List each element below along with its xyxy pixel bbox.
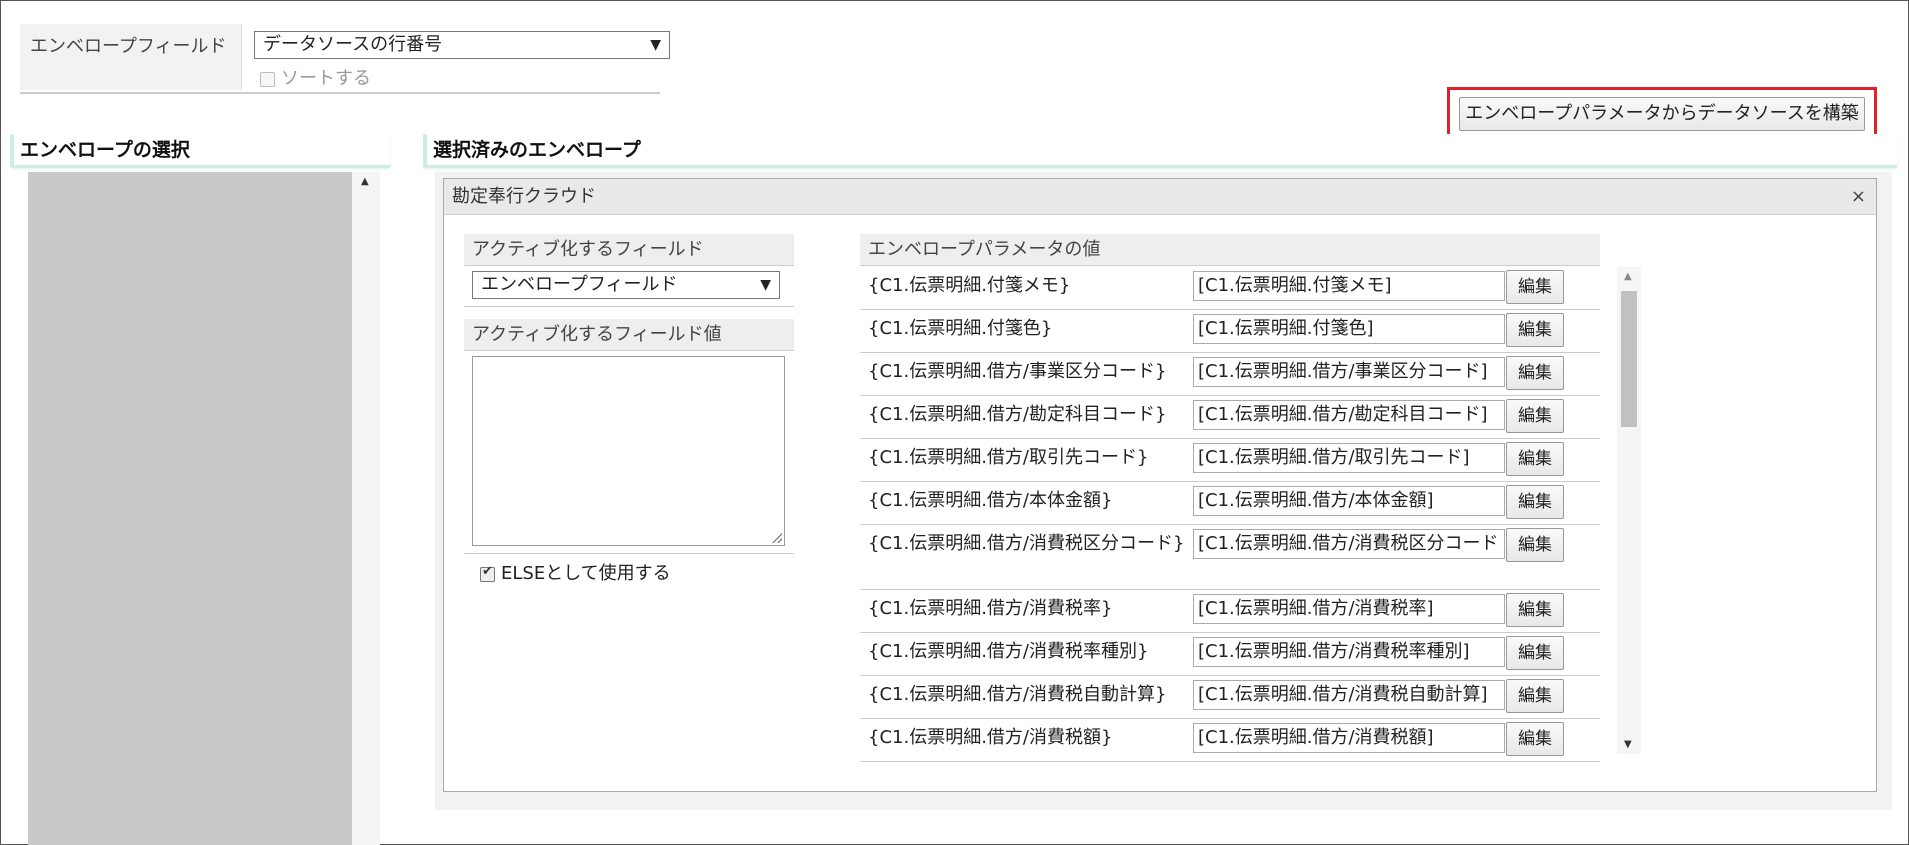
sort-label: ソートする bbox=[281, 68, 371, 89]
build-datasource-button[interactable]: エンベロープパラメータからデータソースを構築 bbox=[1459, 97, 1865, 131]
param-name: {C1.伝票明細.借方/勘定科目コード} bbox=[868, 404, 1167, 425]
sort-checkbox[interactable] bbox=[260, 71, 275, 87]
scroll-up-icon[interactable]: ▲ bbox=[361, 176, 369, 187]
param-name: {C1.伝票明細.借方/事業区分コード} bbox=[868, 361, 1167, 382]
active-field-value: エンベロープフィールド bbox=[481, 274, 678, 295]
param-value-input[interactable]: [C1.伝票明細.借方/勘定科目コード] bbox=[1193, 400, 1505, 430]
param-value-input[interactable]: [C1.伝票明細.借方/事業区分コード] bbox=[1193, 357, 1505, 387]
param-row: {C1.伝票明細.付箋色} [C1.伝票明細.付箋色] 編集 bbox=[860, 310, 1600, 353]
active-value-textarea[interactable] bbox=[472, 356, 785, 546]
param-name: {C1.伝票明細.借方/取引先コード} bbox=[868, 447, 1149, 468]
divider bbox=[464, 553, 794, 554]
param-value-input[interactable]: [C1.伝票明細.付箋色] bbox=[1193, 314, 1505, 344]
param-name: {C1.伝票明細.借方/本体金額} bbox=[868, 490, 1113, 511]
params-list: {C1.伝票明細.付箋メモ} [C1.伝票明細.付箋メモ] 編集 {C1.伝票明細.付… bbox=[860, 267, 1600, 787]
param-name: {C1.伝票明細.借方/消費税率} bbox=[868, 598, 1113, 619]
param-row: {C1.伝票明細.付箋メモ} [C1.伝票明細.付箋メモ] 編集 bbox=[860, 267, 1600, 310]
selected-envelope-heading: 選択済みのエンベロープ bbox=[423, 134, 1897, 168]
dropdown-arrow-icon: ▼ bbox=[760, 277, 771, 293]
build-button-highlight: エンベロープパラメータからデータソースを構築 bbox=[1447, 87, 1877, 140]
param-value-input[interactable]: [C1.伝票明細.借方/消費税率種別] bbox=[1193, 637, 1505, 667]
param-row: {C1.伝票明細.借方/消費税率} [C1.伝票明細.借方/消費税率] 編集 bbox=[860, 590, 1600, 633]
edit-button[interactable]: 編集 bbox=[1506, 399, 1564, 433]
edit-button[interactable]: 編集 bbox=[1506, 593, 1564, 627]
envelope-field-value: データソースの行番号 bbox=[263, 34, 443, 55]
edit-button[interactable]: 編集 bbox=[1506, 528, 1564, 562]
param-name: {C1.伝票明細.付箋色} bbox=[868, 318, 1053, 339]
params-header: エンベロープパラメータの値 bbox=[860, 234, 1600, 266]
edit-button[interactable]: 編集 bbox=[1506, 636, 1564, 670]
edit-button[interactable]: 編集 bbox=[1506, 270, 1564, 304]
param-name: {C1.伝票明細.借方/消費税率種別} bbox=[868, 641, 1149, 662]
envelope-field-label: エンベロープフィールド bbox=[20, 24, 242, 90]
scroll-down-icon[interactable]: ▼ bbox=[1624, 739, 1632, 750]
dropdown-arrow-icon: ▼ bbox=[650, 37, 661, 53]
param-row: {C1.伝票明細.借方/消費税自動計算} [C1.伝票明細.借方/消費税自動計算]… bbox=[860, 676, 1600, 719]
envelope-list[interactable] bbox=[28, 172, 352, 845]
params-scrollbar[interactable]: ▲ ▼ bbox=[1617, 267, 1641, 754]
scroll-thumb[interactable] bbox=[1621, 291, 1637, 427]
active-value-header: アクティブ化するフィールド値 bbox=[464, 319, 794, 351]
active-field-select[interactable]: エンベロープフィールド ▼ bbox=[472, 271, 780, 299]
param-value-input[interactable]: [C1.伝票明細.付箋メモ] bbox=[1193, 271, 1505, 301]
divider bbox=[464, 306, 794, 307]
param-value-input[interactable]: [C1.伝票明細.借方/取引先コード] bbox=[1193, 443, 1505, 473]
param-row: {C1.伝票明細.借方/事業区分コード} [C1.伝票明細.借方/事業区分コード]… bbox=[860, 353, 1600, 396]
envelope-field-select[interactable]: データソースの行番号 ▼ bbox=[254, 31, 670, 59]
param-row: {C1.伝票明細.借方/消費税額} [C1.伝票明細.借方/消費税額] 編集 bbox=[860, 719, 1600, 762]
param-row: {C1.伝票明細.借方/取引先コード} [C1.伝票明細.借方/取引先コード] 編集 bbox=[860, 439, 1600, 482]
envelope-field-group: エンベロープフィールド データソースの行番号 ▼ ソートする bbox=[20, 24, 670, 94]
else-checkbox-row[interactable]: ELSEとして使用する bbox=[480, 559, 671, 585]
close-icon[interactable]: × bbox=[1851, 179, 1866, 215]
edit-button[interactable]: 編集 bbox=[1506, 722, 1564, 756]
param-row: {C1.伝票明細.借方/本体金額} [C1.伝票明細.借方/本体金額] 編集 bbox=[860, 482, 1600, 525]
param-row: {C1.伝票明細.借方/消費税率種別} [C1.伝票明細.借方/消費税率種別] 編集 bbox=[860, 633, 1600, 676]
param-name: {C1.伝票明細.借方/消費税区分コード} bbox=[868, 533, 1185, 554]
param-row: {C1.伝票明細.借方/消費税区分コード} [C1.伝票明細.借方/消費税区分コー… bbox=[860, 525, 1600, 590]
edit-button[interactable]: 編集 bbox=[1506, 485, 1564, 519]
sort-checkbox-row[interactable]: ソートする bbox=[260, 64, 371, 90]
param-value-input[interactable]: [C1.伝票明細.借方/消費税率] bbox=[1193, 594, 1505, 624]
envelope-list-scrollbar[interactable]: ▲ bbox=[352, 172, 380, 845]
edit-button[interactable]: 編集 bbox=[1506, 442, 1564, 476]
else-label: ELSEとして使用する bbox=[501, 563, 671, 584]
param-row: {C1.伝票明細.借方/勘定科目コード} [C1.伝票明細.借方/勘定科目コード]… bbox=[860, 396, 1600, 439]
edit-button[interactable]: 編集 bbox=[1506, 313, 1564, 347]
param-name: {C1.伝票明細.付箋メモ} bbox=[868, 275, 1071, 296]
envelope-panel: 勘定奉行クラウド × アクティブ化するフィールド エンベロープフィールド ▼ ア… bbox=[443, 178, 1877, 792]
param-name: {C1.伝票明細.借方/消費税自動計算} bbox=[868, 684, 1167, 705]
scroll-up-icon[interactable]: ▲ bbox=[1624, 271, 1632, 282]
envelope-panel-header: 勘定奉行クラウド × bbox=[444, 179, 1876, 215]
param-value-input[interactable]: [C1.伝票明細.借方/消費税区分コード bbox=[1193, 529, 1505, 559]
edit-button[interactable]: 編集 bbox=[1506, 356, 1564, 390]
param-name: {C1.伝票明細.借方/消費税額} bbox=[868, 727, 1113, 748]
active-field-header: アクティブ化するフィールド bbox=[464, 234, 794, 266]
edit-button[interactable]: 編集 bbox=[1506, 679, 1564, 713]
else-checkbox[interactable] bbox=[480, 564, 495, 582]
envelope-panel-title: 勘定奉行クラウド bbox=[452, 186, 596, 207]
envelope-select-heading: エンベロープの選択 bbox=[10, 134, 390, 168]
param-value-input[interactable]: [C1.伝票明細.借方/本体金額] bbox=[1193, 486, 1505, 516]
param-value-input[interactable]: [C1.伝票明細.借方/消費税額] bbox=[1193, 723, 1505, 753]
param-value-input[interactable]: [C1.伝票明細.借方/消費税自動計算] bbox=[1193, 680, 1505, 710]
